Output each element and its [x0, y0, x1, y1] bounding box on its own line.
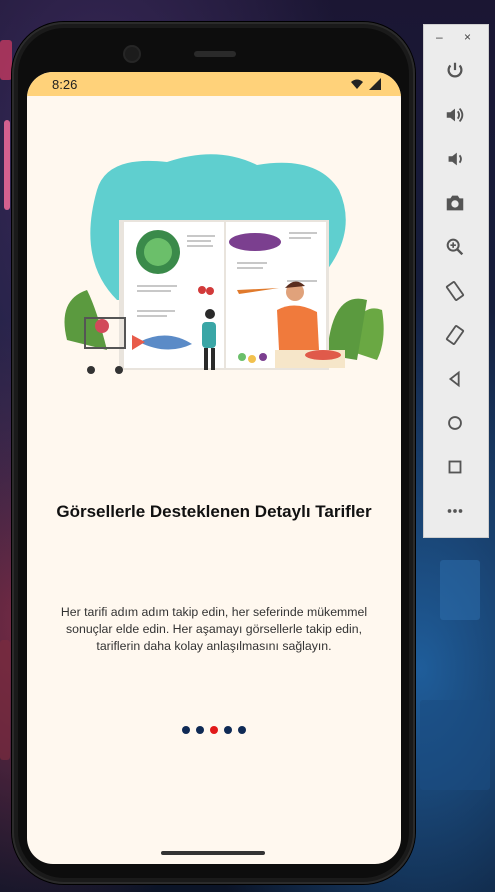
power-icon[interactable]	[440, 56, 470, 86]
front-camera	[125, 47, 139, 61]
back-icon[interactable]	[440, 364, 470, 394]
close-button[interactable]: ×	[464, 30, 471, 44]
home-icon[interactable]	[440, 408, 470, 438]
onboarding-title: Görsellerle Desteklenen Detaylı Tarifler	[56, 502, 372, 521]
wifi-signal-icon	[351, 78, 381, 90]
page-dot-1[interactable]	[182, 726, 190, 734]
cookbook-illustration	[64, 154, 384, 374]
earpiece-speaker	[194, 51, 236, 57]
page-dot-3[interactable]	[210, 726, 218, 734]
more-icon[interactable]	[440, 496, 470, 526]
rotate-right-icon[interactable]	[440, 320, 470, 350]
status-time: 8:26	[52, 77, 78, 92]
gesture-home-bar[interactable]	[161, 851, 265, 855]
zoom-icon[interactable]	[440, 232, 470, 262]
page-indicator	[27, 726, 401, 734]
app-screen: 8:26 Görsellerle Desteklenen Detaylı Tar…	[27, 72, 401, 864]
status-bar: 8:26	[27, 72, 401, 96]
camera-icon[interactable]	[440, 188, 470, 218]
page-dot-2[interactable]	[196, 726, 204, 734]
rotate-left-icon[interactable]	[440, 276, 470, 306]
page-dot-5[interactable]	[238, 726, 246, 734]
onboarding-description: Her tarifi adım adım takip edin, her sef…	[60, 605, 368, 653]
volume-down-icon[interactable]	[440, 144, 470, 174]
page-dot-4[interactable]	[224, 726, 232, 734]
volume-up-icon[interactable]	[440, 100, 470, 130]
emulator-toolbar: – ×	[423, 24, 489, 538]
minimize-button[interactable]: –	[436, 30, 443, 44]
overview-icon[interactable]	[440, 452, 470, 482]
